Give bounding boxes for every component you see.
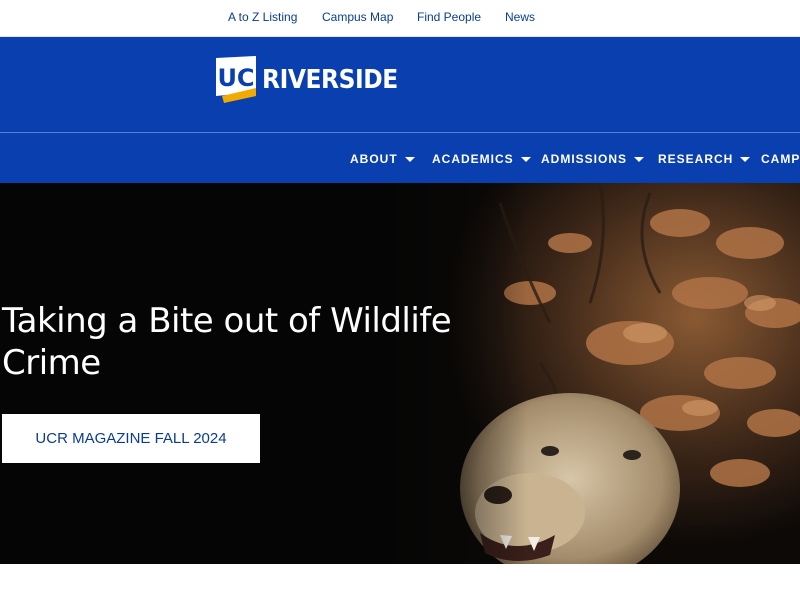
uc-logo-mark: UC <box>216 56 256 104</box>
caret-down-icon <box>520 156 531 162</box>
caret-down-icon <box>634 156 645 162</box>
hero-headline: Taking a Bite out of Wildlife Crime <box>2 301 452 383</box>
caret-down-icon <box>404 156 415 162</box>
nav-item-research[interactable]: RESEARCH <box>658 152 751 166</box>
uc-shield-icon: UC <box>216 56 256 103</box>
utility-link-a-to-z[interactable]: A to Z Listing <box>228 10 297 24</box>
nav-item-about[interactable]: ABOUT <box>350 152 415 166</box>
utility-link-campus-map[interactable]: Campus Map <box>322 10 393 24</box>
site-logo[interactable]: UC RIVERSIDE <box>216 56 413 104</box>
caret-down-icon <box>740 156 751 162</box>
nav-item-academics[interactable]: ACADEMICS <box>432 152 531 166</box>
main-nav: ABOUT ACADEMICS ADMISSIONS RESEARCH CAMP… <box>0 132 800 183</box>
hero-banner: Taking a Bite out of Wildlife Crime UCR … <box>0 183 800 564</box>
utility-link-find-people[interactable]: Find People <box>417 10 481 24</box>
logo-wordmark: RIVERSIDE <box>262 65 398 95</box>
nav-item-label: ABOUT <box>350 152 398 166</box>
nav-item-label: ACADEMICS <box>432 152 514 166</box>
nav-item-label: ADMISSIONS <box>541 152 628 166</box>
nav-item-campus[interactable]: CAMPU <box>761 152 800 166</box>
uc-mark-text: UC <box>217 64 254 92</box>
content-area <box>0 564 800 600</box>
nav-item-label: CAMPU <box>761 152 800 166</box>
utility-bar: A to Z Listing Campus Map Find People Ne… <box>0 0 800 37</box>
nav-item-admissions[interactable]: ADMISSIONS <box>541 152 645 166</box>
hero-cta-button[interactable]: UCR MAGAZINE FALL 2024 <box>2 414 260 463</box>
nav-item-label: RESEARCH <box>658 152 734 166</box>
utility-link-news[interactable]: News <box>505 10 535 24</box>
